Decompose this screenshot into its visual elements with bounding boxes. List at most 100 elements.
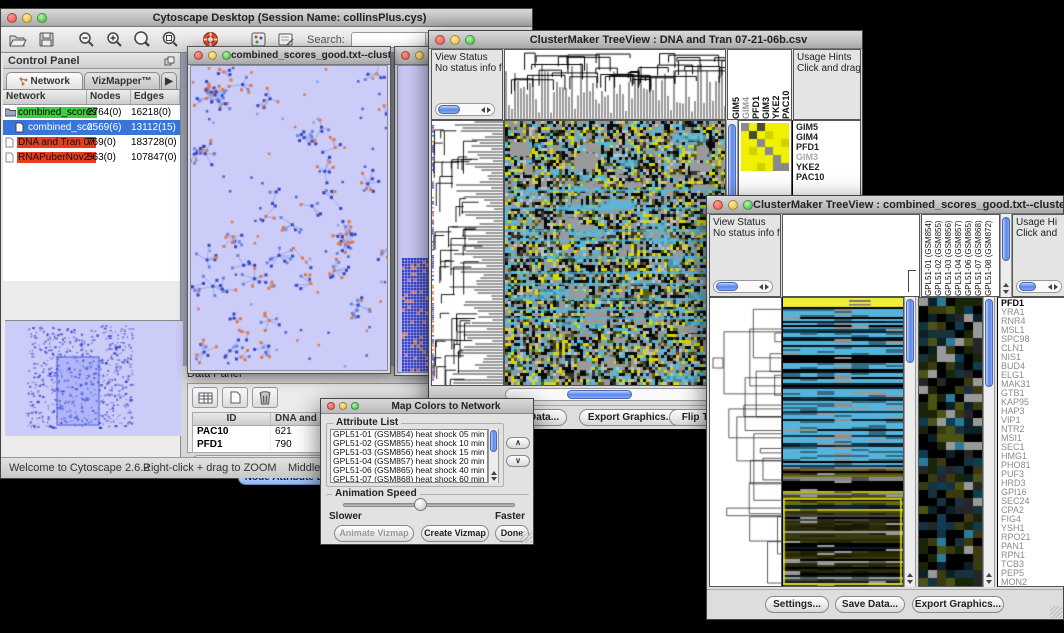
minimize-button[interactable] [415,51,424,60]
move-down-button[interactable]: ∨ [506,455,530,467]
gene-label[interactable]: GIM4 [796,132,860,142]
scroll-right-icon[interactable] [487,107,491,113]
zoom-button[interactable] [351,402,359,410]
usage-hints-scrollbar[interactable] [1016,280,1062,293]
treeview1-titlebar[interactable]: ClusterMaker TreeView : DNA and Tran 07-… [429,31,862,49]
attribute-item[interactable]: GPL51-07 (GSM868) heat shock 60 min [331,475,487,483]
scroll-down-icon[interactable] [491,477,497,481]
create-vizmap-button[interactable]: Create Vizmap [421,525,489,542]
close-button[interactable] [435,35,445,45]
scroll-down-icon[interactable] [986,580,992,584]
network-window-1-titlebar[interactable]: combined_scores_good.txt--cluste... [188,47,390,65]
export-graphics-button[interactable]: Export Graphics... [579,409,683,426]
zoom-heatmap-canvas[interactable] [919,298,982,586]
float-panel-icon[interactable] [164,56,175,66]
zoom-button[interactable] [222,51,231,60]
tv1-heatmap-hscrollbar[interactable] [505,388,725,401]
zoom-fit-icon[interactable] [159,30,181,50]
vscrollbar-thumb[interactable] [985,299,993,387]
minimize-button[interactable] [728,200,738,210]
tv2-column-header-area[interactable] [782,214,920,297]
network-canvas[interactable] [191,66,388,371]
zoom-selected-icon[interactable] [131,30,153,50]
gene-label[interactable]: GIM3 [796,152,860,162]
tab-overflow-button[interactable]: ▶ [161,72,177,89]
network-row[interactable]: RNAPuberNov2+ 563(0) 107847(0) [3,150,180,165]
slider-thumb[interactable] [414,498,427,511]
row-dendrogram-canvas[interactable] [710,298,781,586]
resize-grip[interactable] [1050,606,1062,618]
column-label[interactable]: GIM4 [741,50,751,119]
close-button[interactable] [7,13,17,23]
save-button[interactable] [35,30,57,50]
vscrollbar-thumb[interactable] [490,430,497,452]
attribute-list-scrollbar[interactable] [488,429,499,483]
new-attribute-button[interactable] [222,387,248,408]
col-id[interactable]: ID [193,413,271,425]
tv2-column-labels[interactable]: GPL51-01 (GSM854)GPL51-02 (GSM855)GPL51-… [921,214,1000,297]
vscrollbar-thumb[interactable] [906,299,914,363]
minimize-button[interactable] [450,35,460,45]
heatmap-canvas[interactable] [505,121,725,385]
treeview2-titlebar[interactable]: ClusterMaker TreeView : combined_scores_… [707,196,1063,214]
tv1-heatmap[interactable] [504,120,726,386]
col-nodes[interactable]: Nodes [87,90,131,104]
vscrollbar-thumb[interactable] [1002,217,1010,261]
network-overview-panel[interactable] [5,320,183,436]
column-label[interactable]: GIM5 [731,50,741,119]
delete-attribute-button[interactable] [252,387,278,408]
row-dendrogram-canvas[interactable] [432,121,503,385]
scroll-left-icon[interactable] [481,107,485,113]
save-data-button[interactable]: Save Data... [835,596,905,613]
column-label[interactable]: GPL51-07 (GSM868) [974,215,984,296]
column-label[interactable]: GPL51-08 (GSM872) [984,215,994,296]
zoom-button[interactable] [37,13,47,23]
column-label[interactable]: GPL51-01 (GSM854) [924,215,934,296]
gene-label[interactable]: PFD1 [796,142,860,152]
scrollbar-thumb[interactable] [1019,282,1036,291]
network-row[interactable]: DNA and Tran 07 769(0) 183728(0) [3,135,180,150]
close-button[interactable] [401,51,410,60]
dialog-titlebar[interactable]: Map Colors to Network [321,399,533,414]
tv2-labels-vscrollbar[interactable] [1000,214,1012,297]
column-label[interactable]: GIM3 [761,50,771,119]
column-label[interactable]: PFD1 [751,50,761,119]
column-label[interactable]: YKE2 [771,50,781,119]
zoom-in-icon[interactable] [103,30,125,50]
gene-label[interactable]: MON2 [1001,578,1064,587]
tv1-column-labels[interactable]: GIM5GIM4PFD1GIM3YKE2PAC10 [727,49,792,120]
tv2-row-dendrogram[interactable] [709,297,782,587]
network-window-1[interactable]: combined_scores_good.txt--cluste... [187,46,391,374]
settings-button[interactable]: Settings... [765,596,829,613]
minimize-button[interactable] [339,402,347,410]
network-overview-canvas[interactable] [5,321,181,435]
hscrollbar-thumb[interactable] [567,390,632,399]
scroll-up-icon[interactable] [986,573,992,577]
scroll-up-icon[interactable] [1003,283,1009,287]
gene-label[interactable]: PAC10 [796,172,860,182]
view-status-scrollbar[interactable] [435,103,495,116]
tab-network[interactable]: Network [6,72,83,89]
open-file-button[interactable] [7,30,29,50]
zoom-button[interactable] [465,35,475,45]
close-button[interactable] [194,51,203,60]
network-view-1[interactable] [190,65,388,371]
network-row-selected[interactable]: combined_sco 2569(6) 13112(15) [3,120,180,135]
minimize-button[interactable] [22,13,32,23]
similarity-matrix-canvas[interactable] [741,123,789,171]
select-attributes-button[interactable] [192,387,218,408]
tv1-row-dendrogram[interactable] [431,120,504,386]
tv2-zoom-vscrollbar[interactable] [983,297,995,587]
resize-grip[interactable] [520,531,532,543]
tv2-heatmap-vscrollbar[interactable] [904,297,916,587]
scrollbar-thumb[interactable] [438,105,460,114]
tv2-zoom-view[interactable] [918,297,983,587]
minimize-button[interactable] [208,51,217,60]
scroll-right-icon[interactable] [1054,284,1058,290]
zoom-out-icon[interactable] [75,30,97,50]
scroll-left-icon[interactable] [1048,284,1052,290]
tv1-column-dendrogram[interactable] [504,49,726,120]
col-edges[interactable]: Edges [131,90,180,104]
gene-label[interactable]: YKE2 [796,162,860,172]
scrollbar-thumb[interactable] [716,282,738,291]
